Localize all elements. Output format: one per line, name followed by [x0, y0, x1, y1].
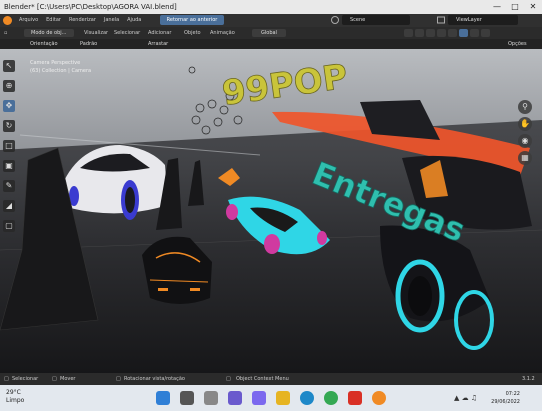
blender-taskbar-icon[interactable] — [372, 391, 386, 405]
zoom-icon[interactable]: ⚲ — [518, 100, 532, 114]
menu-arquivo[interactable]: Arquivo — [15, 14, 42, 27]
chrome-browser-icon[interactable] — [324, 391, 338, 405]
select-tool-icon[interactable]: ↖ — [3, 60, 15, 72]
widgets-icon[interactable] — [228, 391, 242, 405]
clock-time: 07:22 — [505, 391, 520, 397]
scene-selector[interactable]: Scene — [342, 15, 410, 25]
blender-logo-icon[interactable] — [3, 16, 12, 25]
status-context-menu: Object Context Menu — [236, 376, 289, 382]
menu-selecionar[interactable]: Selecionar — [114, 27, 140, 39]
orientation-selector[interactable]: Global — [252, 29, 286, 37]
file-explorer-icon[interactable] — [276, 391, 290, 405]
weather-widget[interactable]: 29°C Limpo — [6, 389, 24, 405]
scale-tool-icon[interactable]: □ — [3, 140, 15, 152]
blender-version: 3.1.2 — [522, 376, 535, 382]
rotate-tool-icon[interactable]: ↻ — [3, 120, 15, 132]
transform-tool-icon[interactable]: ▣ — [3, 160, 15, 172]
status-mouse-left-icon: □ — [4, 376, 9, 382]
close-button[interactable]: ✕ — [524, 0, 542, 14]
camera-view-icon[interactable]: ◉ — [518, 134, 532, 148]
menu-objeto[interactable]: Objeto — [184, 27, 201, 39]
windows-taskbar: 29°C Limpo ▲ ☁ ♫ 07:22 29/06/2022 — [0, 385, 542, 411]
view-layer-selector[interactable]: ViewLayer — [448, 15, 518, 25]
navigation-gizmo: ⚲ ✋ ◉ ▦ — [518, 100, 534, 168]
move-tool-icon[interactable]: ✥ — [3, 100, 15, 112]
weather-temp: 29°C — [6, 389, 21, 396]
view-layer-icon — [437, 16, 445, 24]
3d-viewport[interactable]: 99POP Entregas — [0, 49, 542, 373]
clock[interactable]: 07:22 29/06/2022 — [491, 390, 520, 406]
camera-perspective-label: Camera Perspective — [30, 60, 81, 66]
window-title: Blender* [C:\Users\PC\Desktop\AGORA VAI.… — [4, 3, 177, 11]
solid-shading-icon[interactable] — [459, 29, 468, 37]
system-tray[interactable]: ▲ ☁ ♫ — [454, 394, 477, 402]
search-icon[interactable] — [180, 391, 194, 405]
viewport-scene: 99POP Entregas — [0, 49, 542, 373]
viewport-info: Camera Perspective (63) Collection | Cam… — [30, 59, 91, 75]
window-titlebar: Blender* [C:\Users\PC\Desktop\AGORA VAI.… — [0, 0, 542, 14]
gizmo-icon[interactable] — [415, 29, 424, 37]
clock-date: 29/06/2022 — [491, 399, 520, 405]
menu-renderizar[interactable]: Renderizar — [65, 14, 100, 27]
status-rotate: Rotacionar vista/rotação — [124, 376, 185, 382]
menu-animacao[interactable]: Animação — [210, 27, 235, 39]
status-mouse-ctx-icon: □ — [226, 376, 231, 382]
status-move: Mover — [60, 376, 76, 382]
visibility-icon[interactable] — [404, 29, 413, 37]
viewport-shading-icons — [404, 29, 490, 37]
left-toolbar: ↖ ⊕ ✥ ↻ □ ▣ ✎ ◢ ▢ — [0, 58, 18, 238]
status-bar: □ Selecionar □ Mover □ Rotacionar vista/… — [0, 373, 542, 385]
editor-type-icon[interactable]: ▫ — [4, 27, 7, 39]
rendered-shading-icon[interactable] — [481, 29, 490, 37]
collection-label: (63) Collection | Camera — [30, 68, 92, 74]
xray-icon[interactable] — [437, 29, 446, 37]
orientation-label: Orientação — [30, 41, 58, 47]
viewport-subheader: Orientação Padrão Arrastar Opções — [0, 39, 542, 49]
orientation-default[interactable]: Padrão — [80, 39, 97, 49]
status-select: Selecionar — [12, 376, 39, 382]
chat-icon[interactable] — [252, 391, 266, 405]
minimize-button[interactable]: — — [488, 0, 506, 14]
status-mouse-right-icon: □ — [116, 376, 121, 382]
task-view-icon[interactable] — [204, 391, 218, 405]
pan-hand-icon[interactable]: ✋ — [518, 117, 532, 131]
status-mouse-mid-icon: □ — [52, 376, 57, 382]
edge-browser-icon[interactable] — [300, 391, 314, 405]
measure-tool-icon[interactable]: ◢ — [3, 200, 15, 212]
menu-visualizar[interactable]: Visualizar — [84, 27, 108, 39]
scene-icon — [331, 16, 339, 24]
menu-ajuda[interactable]: Ajuda — [123, 14, 145, 27]
options-button[interactable]: Opções — [508, 39, 527, 49]
grid-ortho-icon[interactable]: ▦ — [518, 151, 532, 165]
wireframe-shading-icon[interactable] — [448, 29, 457, 37]
mode-selector[interactable]: Modo de obj... — [24, 29, 74, 37]
drag-selector[interactable]: Arrastar — [148, 39, 168, 49]
add-cube-tool-icon[interactable]: ▢ — [3, 220, 15, 232]
weather-condition: Limpo — [6, 397, 25, 404]
window-controls: — □ ✕ — [488, 0, 542, 14]
maximize-button[interactable]: □ — [506, 0, 524, 14]
workspace-tab[interactable]: Retornar ao anterior — [160, 15, 224, 25]
cursor-tool-icon[interactable]: ⊕ — [3, 80, 15, 92]
pdf-reader-icon[interactable] — [348, 391, 362, 405]
menu-adicionar[interactable]: Adicionar — [148, 27, 171, 39]
annotate-tool-icon[interactable]: ✎ — [3, 180, 15, 192]
menu-editar[interactable]: Editar — [42, 14, 65, 27]
overlay-icon[interactable] — [426, 29, 435, 37]
menu-janela[interactable]: Janela — [100, 14, 123, 27]
windows-start-icon[interactable] — [156, 391, 170, 405]
material-shading-icon[interactable] — [470, 29, 479, 37]
